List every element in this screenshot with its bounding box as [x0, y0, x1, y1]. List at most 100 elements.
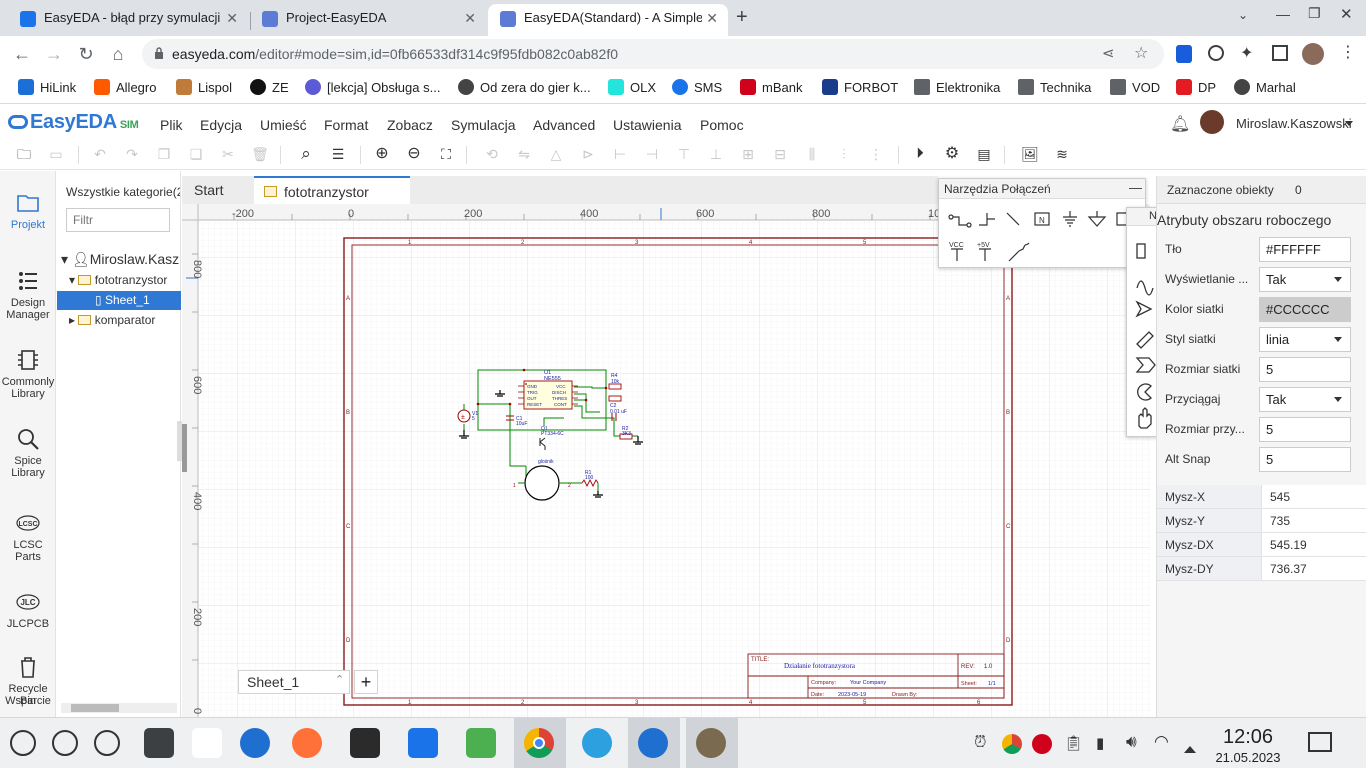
speaker-symbol[interactable]	[524, 465, 560, 501]
tab-fototranzystor[interactable]: fototranzystor	[254, 176, 410, 204]
tray-expand-icon[interactable]	[1184, 740, 1196, 753]
connection-tools-header[interactable]: Narzędzia Połączeń —	[939, 179, 1145, 199]
bookmark-hilink[interactable]: HiLink	[18, 79, 76, 96]
store-icon[interactable]	[408, 728, 438, 758]
terminal-icon[interactable]	[144, 728, 174, 758]
snap-select[interactable]: Tak	[1259, 387, 1351, 412]
copy-icon[interactable]: ❐	[154, 144, 174, 164]
show-desktop-icon[interactable]	[1308, 732, 1332, 752]
grid-visible-select[interactable]: Tak	[1259, 267, 1351, 292]
polygon-tool-icon[interactable]	[1135, 357, 1156, 373]
redo-icon[interactable]: ↷	[122, 144, 142, 164]
bookmark-sms[interactable]: SMS	[672, 79, 722, 96]
grid-color-input[interactable]: #CCCCCC	[1259, 297, 1351, 322]
cut-icon[interactable]: ✂	[218, 144, 238, 164]
side-panel-icon[interactable]	[1272, 45, 1288, 61]
snap-size-input[interactable]: 5	[1259, 417, 1351, 442]
files-icon[interactable]	[466, 728, 496, 758]
menu-advanced[interactable]: Advanced	[533, 117, 595, 133]
forward-icon[interactable]: →	[40, 40, 68, 68]
bookmark-lekcja[interactable]: [lekcja] Obsługa s...	[305, 79, 440, 96]
align-bottom-icon[interactable]: ⊥	[706, 144, 726, 164]
fit-view-icon[interactable]: ⛶	[436, 144, 456, 164]
menu-format[interactable]: Format	[324, 117, 368, 133]
distribute-h-icon[interactable]: ⫼	[802, 144, 822, 164]
browser-tab-2[interactable]: Project-EasyEDA ✕	[250, 4, 486, 36]
bookmark-olx[interactable]: OLX	[608, 79, 656, 96]
tab-search-icon[interactable]: ⌄	[1238, 8, 1248, 22]
net-label-icon[interactable]: N	[1034, 212, 1050, 226]
bookmark-ze[interactable]: ZE	[250, 79, 289, 96]
arrow-tool-icon[interactable]	[1135, 300, 1153, 318]
align-left-icon[interactable]: ⊢	[610, 144, 630, 164]
schematic-canvas[interactable]: -200 0 200 400 600 800 10 800 600 400 20…	[182, 204, 1150, 718]
menu-zobacz[interactable]: Zobacz	[387, 117, 433, 133]
left-panel-toggle[interactable]	[182, 424, 187, 472]
line-tool-icon[interactable]	[1136, 243, 1146, 259]
distribute-v-icon[interactable]: ⫶	[834, 144, 854, 164]
align-top-icon[interactable]: ⊤	[674, 144, 694, 164]
clock-time[interactable]: 12:06	[1208, 726, 1288, 749]
reload-icon[interactable]: ↻	[72, 40, 100, 68]
new-tab-button[interactable]: +	[736, 6, 748, 29]
user-menu-caret-icon[interactable]	[1345, 121, 1353, 130]
grid-size-input[interactable]: 5	[1259, 357, 1351, 382]
thunderbird-icon[interactable]	[240, 728, 270, 758]
net-flag-analog-gnd-icon[interactable]	[1087, 211, 1107, 227]
nav-lcsc-parts[interactable]: LCSC LCSC Parts	[0, 511, 56, 563]
browser-tab-1[interactable]: EasyEDA - błąd przy symulacji ✕	[8, 4, 248, 36]
chrome-menu-icon[interactable]: ⋮	[1340, 42, 1356, 62]
chrome-taskbar-active[interactable]	[514, 718, 566, 768]
tab-start[interactable]: Start	[182, 176, 236, 204]
nav-wsparcie[interactable]: Wsparcie	[0, 695, 56, 707]
vcc-flag-icon[interactable]	[951, 248, 963, 261]
nav-spice-library[interactable]: Spice Library	[0, 427, 56, 479]
power-icon[interactable]	[10, 730, 36, 756]
clipboard-icon[interactable]: 📋︎	[1064, 734, 1083, 752]
browser-tab-3-active[interactable]: EasyEDA(Standard) - A Simple ✕	[488, 4, 728, 36]
zoom-in-icon[interactable]: ⊕	[372, 144, 392, 164]
tree-project-komparator[interactable]: ▸ komparator	[69, 313, 155, 327]
alt-snap-input[interactable]: 5	[1259, 447, 1351, 472]
close-tab-icon[interactable]: ✕	[702, 4, 718, 32]
wifi-icon[interactable]: ◠	[1154, 732, 1169, 752]
net-flag-gnd-icon[interactable]	[1063, 211, 1077, 227]
user-name[interactable]: Miroslaw.Kaszowski	[1236, 116, 1352, 131]
bookmark-marhal[interactable]: Marhal	[1234, 79, 1296, 96]
align-center-v-icon[interactable]: ⊟	[770, 144, 790, 164]
home-icon[interactable]: ⌂	[104, 40, 132, 68]
chrome-tray-icon[interactable]	[1002, 734, 1022, 754]
teamviewer-icon[interactable]	[582, 728, 612, 758]
nav-projekt[interactable]: Projekt	[0, 191, 56, 231]
layers-icon[interactable]: ≋	[1052, 144, 1072, 164]
bookmark-dp[interactable]: DP	[1176, 79, 1216, 96]
bookmark-allegro[interactable]: Allegro	[94, 79, 156, 96]
pan-hand-icon[interactable]	[1138, 407, 1152, 429]
save-icon[interactable]: ▭	[46, 144, 66, 164]
run-simulation-icon[interactable]: ⏵	[910, 144, 930, 164]
settings-app-icon[interactable]	[350, 728, 380, 758]
bookmark-elektronika[interactable]: Elektronika	[914, 79, 1000, 96]
nav-jlcpcb[interactable]: JLC JLCPCB	[0, 590, 56, 630]
extensions-icon[interactable]: ✦	[1240, 43, 1253, 63]
rotate-icon[interactable]: ⟲	[482, 144, 502, 164]
chevron-up-icon[interactable]: ⌃	[335, 673, 344, 686]
schematic-svg[interactable]: -200 0 200 400 600 800 10 800 600 400 20…	[182, 204, 1150, 718]
bus-entry-icon[interactable]	[1006, 212, 1020, 226]
bookmark-forbot[interactable]: FORBOT	[822, 79, 898, 96]
bookmark-technika[interactable]: Technika	[1018, 79, 1091, 96]
bookmark-star-icon[interactable]: ☆	[1134, 43, 1148, 63]
easyeda-logo[interactable]: EasyEDA SIM	[8, 111, 139, 134]
flip-v-icon[interactable]: △	[546, 144, 566, 164]
minimize-window-icon[interactable]: —	[1276, 6, 1290, 22]
notification-bell-icon[interactable]: 🔔︎	[1170, 114, 1190, 134]
battery-icon[interactable]: ▮	[1096, 734, 1104, 752]
probe-tool-icon[interactable]	[1008, 242, 1030, 262]
back-icon[interactable]: ←	[8, 40, 36, 68]
document-icon[interactable]: ▤	[974, 144, 994, 164]
background-color-input[interactable]: #FFFFFF	[1259, 237, 1351, 262]
user-avatar[interactable]	[1200, 110, 1224, 134]
grid-align-icon[interactable]: ⋮	[866, 144, 886, 164]
plus5v-flag-icon[interactable]	[979, 248, 991, 261]
flip-h-icon[interactable]: ⇋	[514, 144, 534, 164]
